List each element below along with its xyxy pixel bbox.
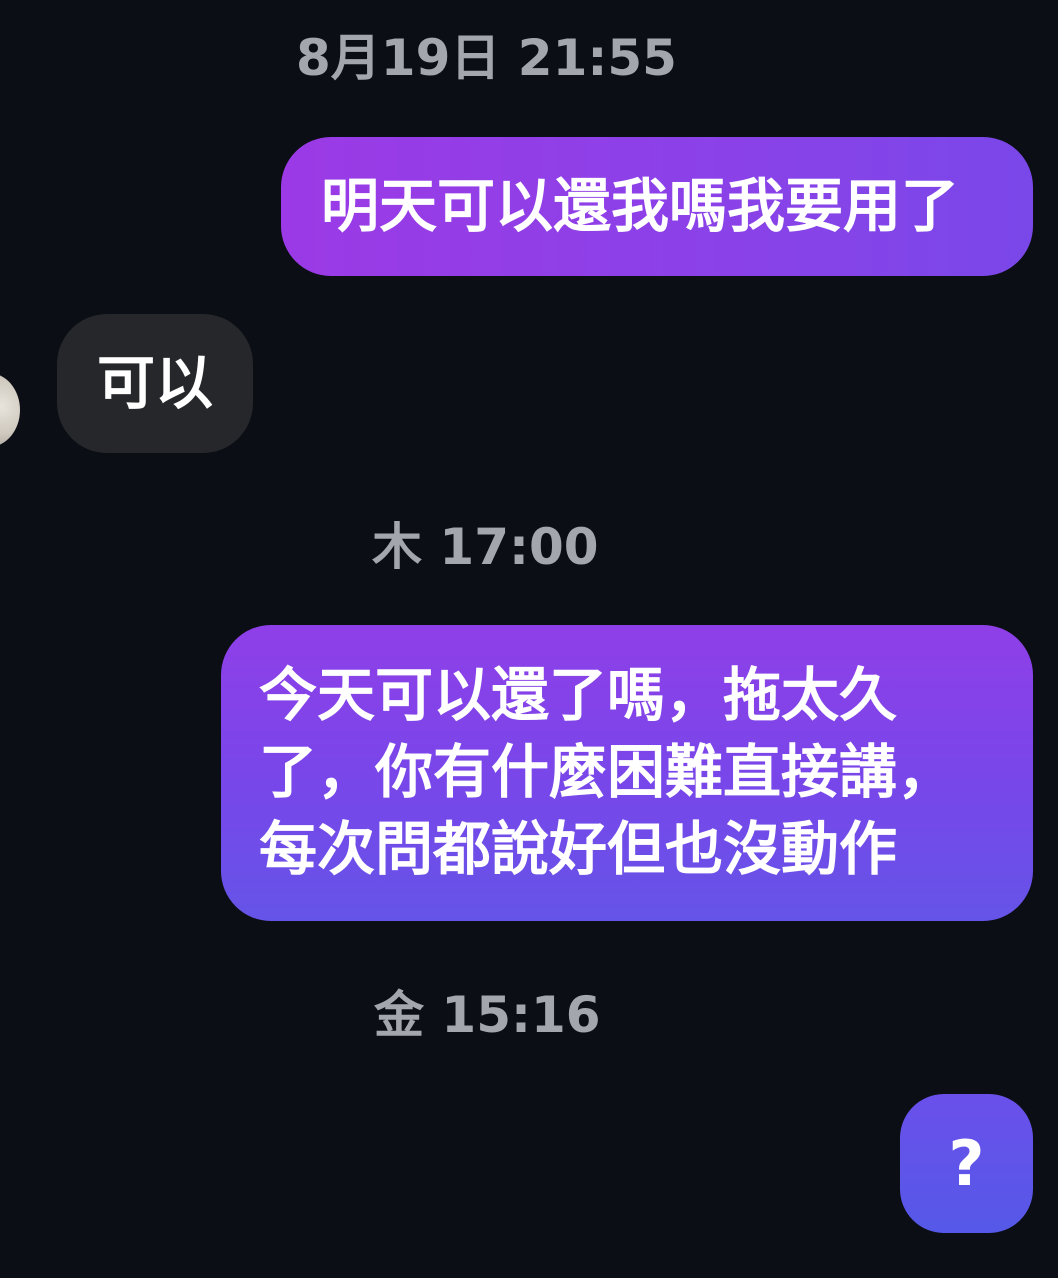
message-line: 每次問都說好但也沒動作 — [259, 815, 898, 883]
outgoing-message-bubble[interactable]: 明天可以還我嗎我要用了 — [281, 137, 1033, 276]
message-line: 了，你有什麼困難直接講， — [259, 738, 956, 806]
outgoing-message-bubble[interactable]: ? — [900, 1094, 1033, 1233]
contact-avatar[interactable] — [0, 373, 20, 447]
message-line: 今天可以還了嗎，拖太久 — [259, 661, 898, 729]
timestamp: 金 15:16 — [374, 986, 601, 1044]
incoming-message-bubble[interactable]: 可以 — [57, 314, 253, 453]
timestamp: 8月19日 21:55 — [296, 29, 677, 87]
timestamp: 木 17:00 — [372, 518, 599, 576]
outgoing-message-bubble[interactable]: 今天可以還了嗎，拖太久 了，你有什麼困難直接講， 每次問都說好但也沒動作 — [221, 625, 1033, 921]
